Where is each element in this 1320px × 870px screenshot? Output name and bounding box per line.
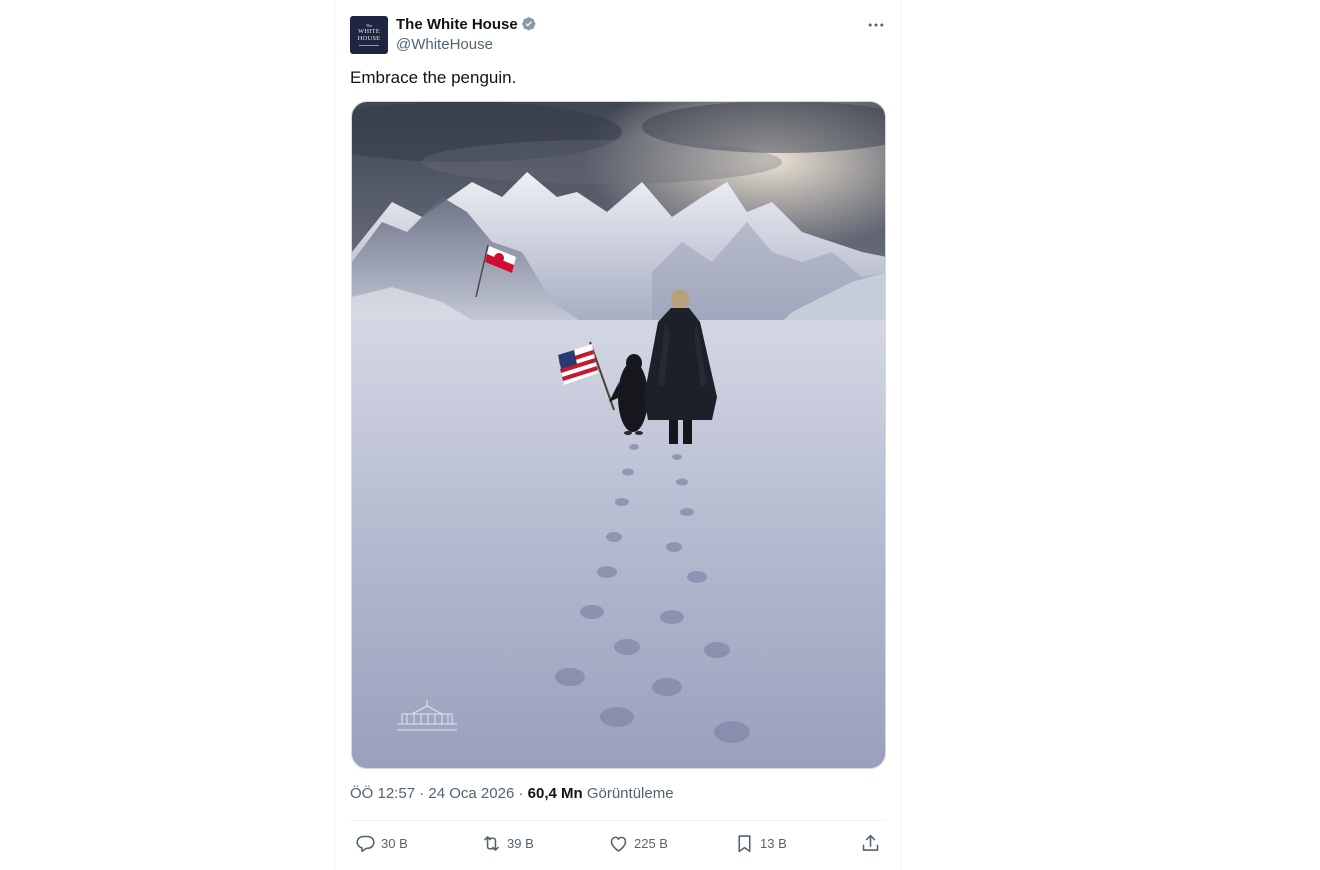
avatar-text-house: HOUSE [357,34,381,42]
author-handle[interactable]: @WhiteHouse [396,36,493,53]
snow-landscape-image [352,102,885,768]
post-image[interactable] [351,101,886,769]
post-text: Embrace the penguin. [350,68,517,87]
reply-icon [356,835,375,852]
post-date[interactable]: 24 Oca 2026 [428,785,514,802]
avatar[interactable]: The WHITE HOUSE [350,16,388,54]
actions-divider [350,820,886,821]
more-options-button[interactable] [863,14,889,36]
bookmark-button[interactable]: 13 B [734,829,787,857]
repost-button[interactable]: 39 B [481,829,534,857]
more-horizontal-icon [868,23,884,27]
avatar-rule [359,45,379,46]
meta-separator: · [514,785,528,802]
bookmark-icon [738,834,751,852]
heart-icon [610,836,627,852]
share-button[interactable] [860,829,881,857]
author-name-row: The White House [396,16,538,33]
repost-icon [484,835,499,851]
post-metadata: ÖÖ 12:57 · 24 Oca 2026 · 60,4 Mn Görüntü… [350,785,674,802]
verified-badge-icon [521,17,536,31]
reply-button[interactable]: 30 B [355,829,408,857]
bookmark-count: 13 B [760,835,787,851]
author-name[interactable]: The White House [396,16,518,33]
post-actions-bar: 30 B 39 B 225 B 13 B [335,829,902,857]
like-button[interactable]: 225 B [608,829,668,857]
reply-count: 30 B [381,835,408,851]
post-time[interactable]: ÖÖ 12:57 [350,785,415,802]
repost-count: 39 B [507,835,534,851]
share-icon [862,834,879,851]
like-count: 225 B [634,835,668,851]
views-count: 60,4 Mn [527,785,583,802]
post-column: The WHITE HOUSE The White House @WhiteHo… [334,0,901,870]
views-label: Görüntüleme [582,785,674,802]
meta-separator: · [415,785,429,802]
